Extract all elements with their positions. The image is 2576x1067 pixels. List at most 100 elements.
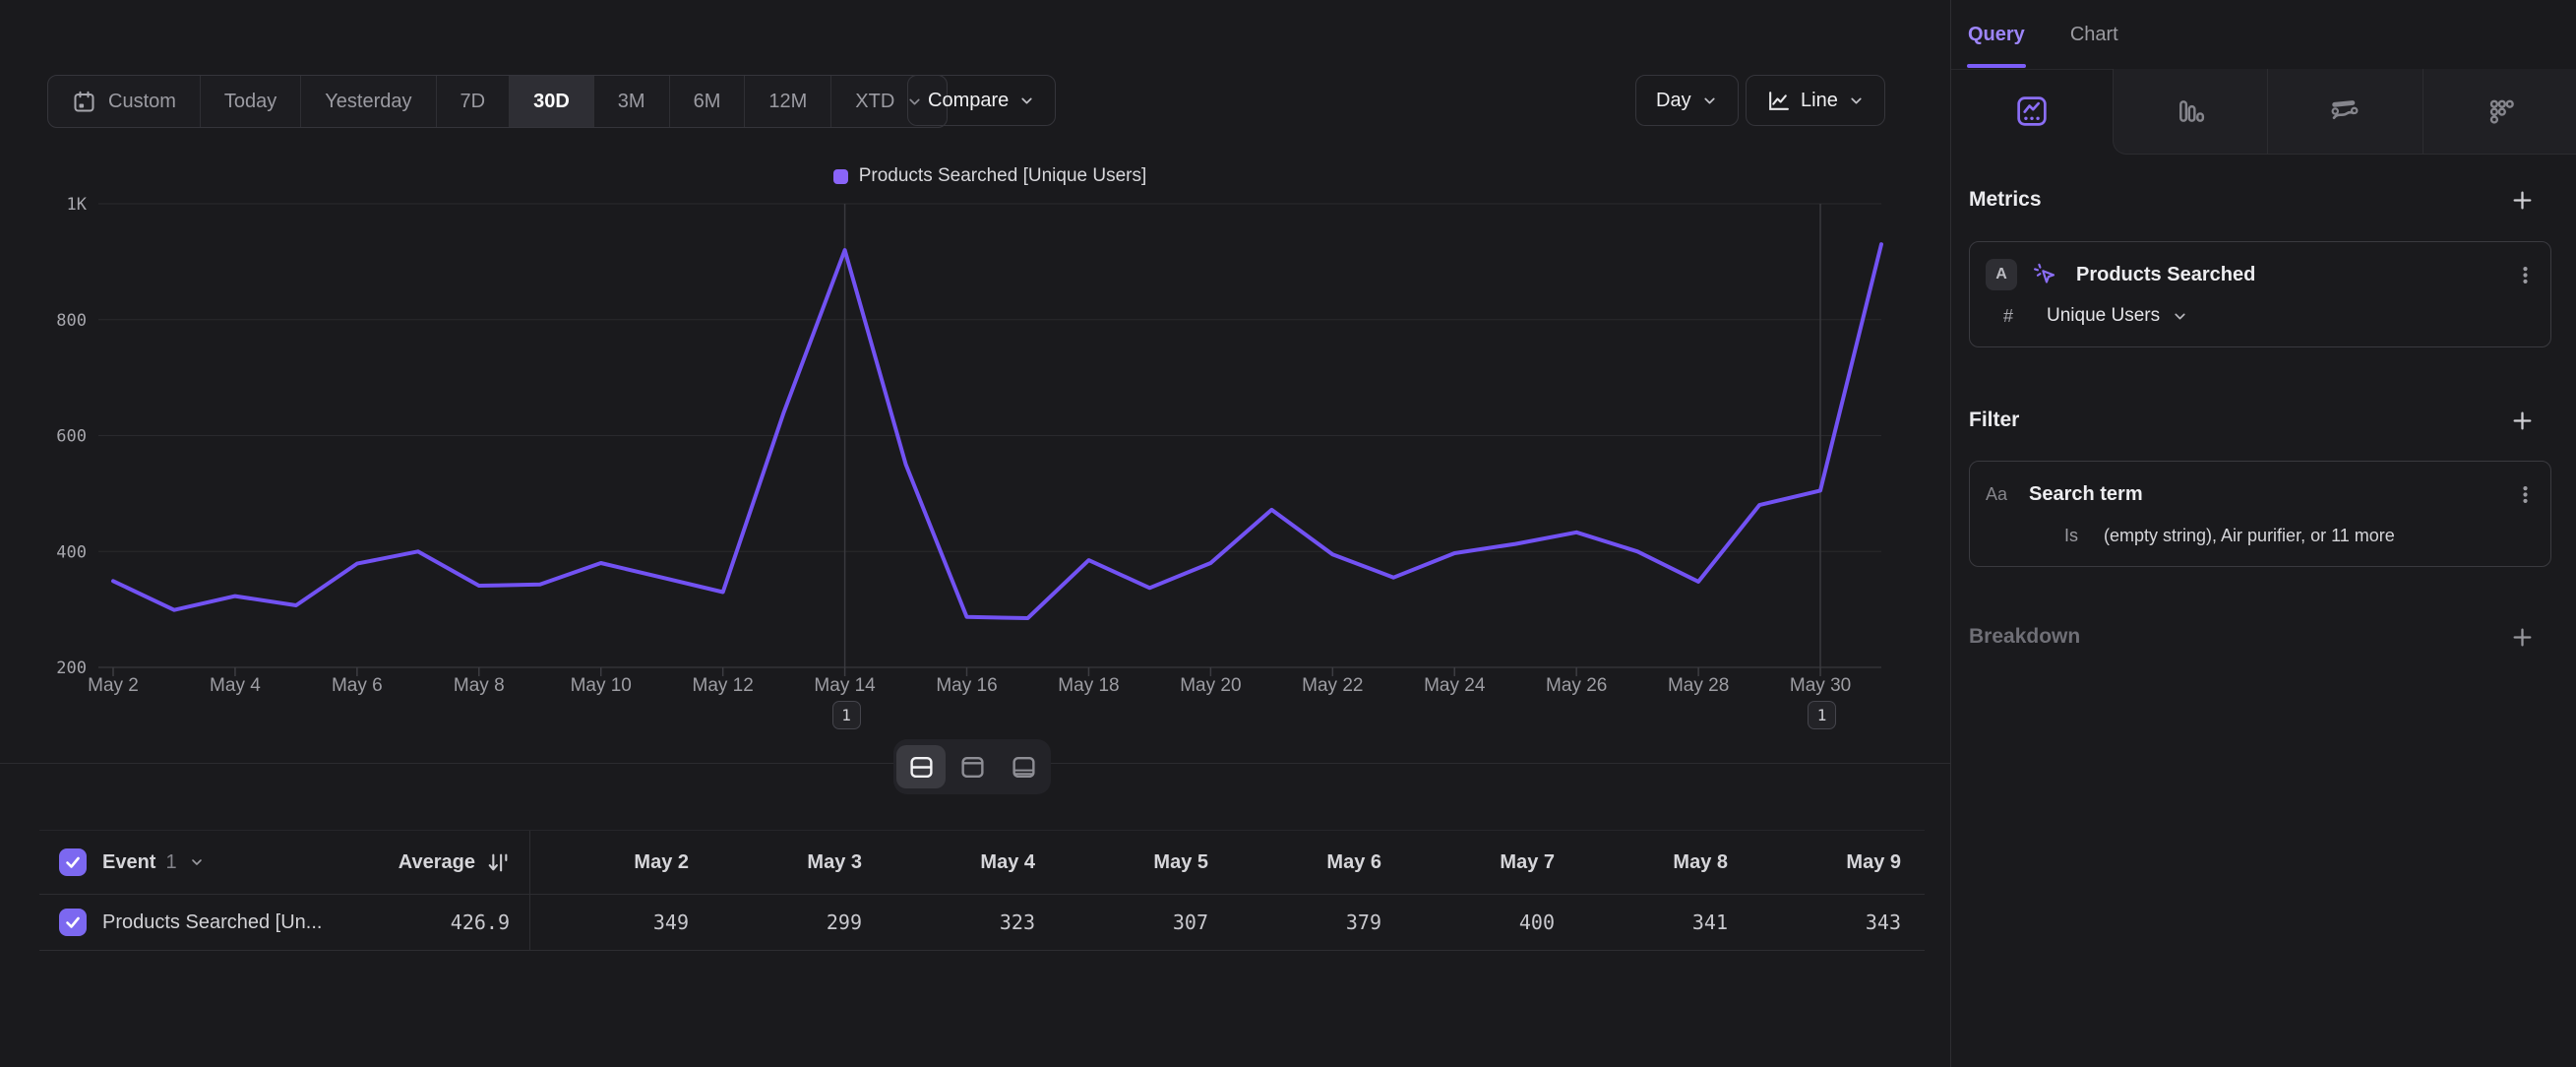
series-checkbox[interactable]	[59, 909, 87, 936]
range-label: 3M	[618, 91, 645, 113]
select-all-checkbox[interactable]	[59, 848, 87, 876]
date-header: May 5	[1059, 831, 1232, 894]
svg-text:May 16: May 16	[936, 675, 997, 696]
date-header: May 7	[1405, 831, 1578, 894]
line-chart-icon	[1766, 89, 1791, 113]
date-value: 400	[1405, 895, 1578, 950]
table-view-button[interactable]	[999, 745, 1048, 788]
event-column-header[interactable]: Event 1	[39, 831, 361, 894]
svg-text:600: 600	[56, 427, 87, 447]
retention-dots-icon	[2484, 94, 2517, 128]
date-header: May 8	[1578, 831, 1751, 894]
range-label: 7D	[460, 91, 486, 113]
filter-property-name: Search term	[2029, 483, 2143, 506]
svg-text:May 12: May 12	[693, 675, 754, 696]
range-12m-button[interactable]: 12M	[744, 76, 830, 127]
date-value: 343	[1751, 895, 1925, 950]
svg-text:May 20: May 20	[1180, 675, 1241, 696]
range-custom-button[interactable]: Custom	[48, 76, 200, 127]
range-label: Custom	[108, 91, 176, 113]
event-cursor-icon	[2031, 260, 2060, 289]
series-cell: Products Searched [Un...	[39, 895, 361, 950]
granularity-button[interactable]: Day	[1635, 75, 1739, 126]
tab-query[interactable]: Query	[1968, 24, 2025, 46]
svg-text:May 8: May 8	[454, 675, 505, 696]
insights-report-tab[interactable]	[1951, 69, 2113, 154]
table-date-headers: May 2May 3May 4May 5May 6May 7May 8May 9	[529, 831, 1925, 894]
svg-text:400: 400	[56, 542, 87, 562]
compare-label: Compare	[928, 90, 1009, 112]
date-value: 349	[529, 895, 712, 950]
chart-view-button[interactable]	[948, 745, 997, 788]
svg-text:May 14: May 14	[814, 675, 876, 696]
breakdown-section-header: Breakdown	[1969, 620, 2535, 654]
filter-options-button[interactable]	[2513, 481, 2537, 507]
metrics-section-header: Metrics	[1969, 183, 2535, 217]
hash-icon: #	[2003, 306, 2017, 327]
date-header: May 6	[1232, 831, 1405, 894]
range-label: XTD	[855, 91, 894, 113]
filter-card[interactable]: Aa Search term Is (empty string), Air pu…	[1969, 461, 2551, 567]
metric-options-button[interactable]	[2513, 262, 2537, 287]
chevron-down-icon	[2172, 308, 2188, 325]
analytics-app: Custom Today Yesterday 7D 30D 3M 6M 12M …	[0, 0, 2576, 1067]
table-row: Products Searched [Un... 426.9 349299323…	[39, 895, 1925, 951]
event-label: Event	[102, 851, 155, 874]
string-type-icon: Aa	[1986, 484, 2017, 505]
range-today-button[interactable]: Today	[200, 76, 300, 127]
range-label: 6M	[694, 91, 721, 113]
split-view-button[interactable]	[896, 745, 946, 788]
average-label: Average	[399, 851, 475, 874]
average-cell: 426.9	[361, 895, 529, 950]
series-label: Products Searched [Unique Users]	[859, 165, 1147, 187]
date-value: 341	[1578, 895, 1751, 950]
date-header: May 3	[712, 831, 886, 894]
event-count: 1	[165, 851, 176, 874]
date-value: 307	[1059, 895, 1232, 950]
flows-report-tab[interactable]	[2267, 69, 2423, 154]
date-value: 379	[1232, 895, 1405, 950]
filter-condition-row[interactable]: Is (empty string), Air purifier, or 11 m…	[1986, 519, 2537, 552]
range-3m-button[interactable]: 3M	[593, 76, 669, 127]
svg-text:May 4: May 4	[210, 675, 261, 696]
add-breakdown-button[interactable]	[2509, 624, 2535, 650]
range-30d-button[interactable]: 30D	[509, 76, 593, 127]
granularity-label: Day	[1656, 90, 1691, 112]
metric-aggregation-row[interactable]: # Unique Users	[1986, 299, 2537, 333]
range-yesterday-button[interactable]: Yesterday	[300, 76, 435, 127]
chart-canvas[interactable]: 1K800600400200May 2May 4May 6May 8May 10…	[39, 187, 1899, 719]
chevron-down-icon	[1701, 93, 1718, 109]
range-6m-button[interactable]: 6M	[669, 76, 745, 127]
metric-card[interactable]: A Products Searched # Unique Users	[1969, 241, 2551, 347]
average-column-header[interactable]: Average	[361, 831, 529, 894]
add-metric-button[interactable]	[2509, 187, 2535, 213]
tab-chart[interactable]: Chart	[2070, 24, 2118, 46]
average-value: 426.9	[451, 910, 510, 934]
chart-type-button[interactable]: Line	[1746, 75, 1885, 126]
annotation-badge[interactable]: 1	[832, 701, 861, 729]
svg-text:May 28: May 28	[1668, 675, 1729, 696]
svg-text:May 18: May 18	[1058, 675, 1119, 696]
query-sidebar: Query Chart	[1950, 0, 2576, 1067]
add-filter-button[interactable]	[2509, 408, 2535, 433]
compare-button[interactable]: Compare	[907, 75, 1056, 126]
table-date-values: 349299323307379400341343	[529, 895, 1925, 950]
svg-text:800: 800	[56, 311, 87, 331]
range-7d-button[interactable]: 7D	[436, 76, 510, 127]
range-label: 12M	[768, 91, 807, 113]
main-area: Custom Today Yesterday 7D 30D 3M 6M 12M …	[0, 0, 1950, 1067]
funnels-report-tab[interactable]	[2113, 69, 2267, 154]
aggregation-label: Unique Users	[2047, 305, 2160, 327]
svg-text:May 24: May 24	[1424, 675, 1486, 696]
svg-text:May 30: May 30	[1790, 675, 1851, 696]
chart-legend: Products Searched [Unique Users]	[98, 163, 1881, 189]
chart-type-label: Line	[1801, 90, 1838, 112]
svg-text:May 10: May 10	[571, 675, 632, 696]
range-label: Today	[224, 91, 276, 113]
chevron-down-icon	[1848, 93, 1865, 109]
chevron-down-icon	[1018, 93, 1035, 109]
flows-icon	[2328, 94, 2361, 128]
annotation-badge[interactable]: 1	[1808, 701, 1836, 729]
retention-report-tab[interactable]	[2423, 69, 2576, 154]
date-header: May 4	[886, 831, 1059, 894]
